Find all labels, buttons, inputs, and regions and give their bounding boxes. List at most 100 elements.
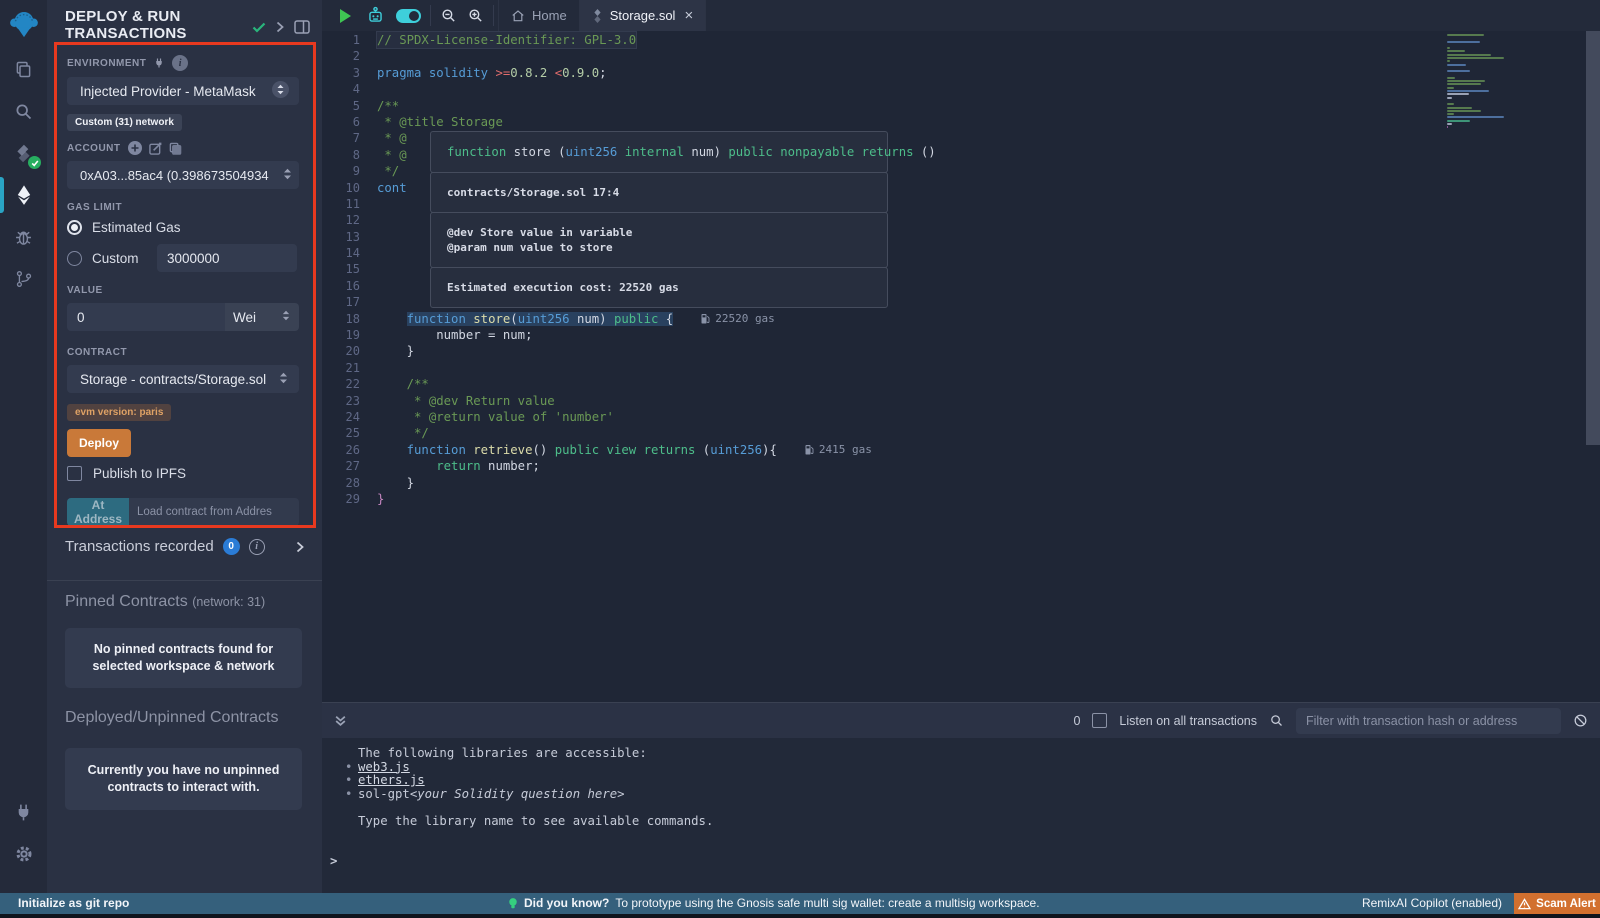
code-line[interactable]: 24 * @return value of 'number' [322,409,872,425]
code-line[interactable]: 6 * @title Storage [322,114,872,130]
panel-expand-chevron-icon[interactable] [276,21,284,33]
line-text: pragma solidity >=0.8.2 <0.9.0; [377,65,607,81]
terminal-link[interactable]: web3.js [358,761,410,775]
git-button[interactable] [0,258,47,300]
zoom-out-button[interactable] [435,0,462,31]
transactions-expand-chevron-icon[interactable] [296,541,304,553]
at-address-button[interactable]: At Address [67,498,129,526]
line-number: 27 [322,458,377,474]
code-line[interactable]: 18 function store(uint256 num) public {2… [322,311,872,327]
settings-button[interactable] [0,833,47,875]
scam-alert-button[interactable]: Scam Alert [1514,893,1600,914]
code-line[interactable]: 28 } [322,475,872,491]
pinned-network-label: (network: 31) [192,595,265,609]
value-input[interactable] [67,303,225,331]
search-icon [13,101,34,122]
settings-gear-icon [14,844,34,864]
deploy-run-icon [13,184,35,206]
close-tab-icon[interactable]: × [684,7,693,24]
code-line[interactable]: 21 [322,360,872,376]
select-arrows-icon [282,167,293,184]
sign-message-icon[interactable] [149,142,162,155]
account-select[interactable]: 0xA03...85ac4 (0.398673504934 [67,161,299,189]
zoom-in-button[interactable] [462,0,489,31]
terminal-link[interactable]: ethers.js [358,774,425,788]
estimated-gas-radio[interactable] [67,220,82,235]
publish-ipfs-checkbox[interactable] [67,466,82,481]
line-text: function store(uint256 num) public { [377,311,673,327]
deploy-button[interactable]: Deploy [67,429,131,457]
robot-icon [366,6,385,25]
clear-console-icon[interactable] [1573,713,1588,728]
environment-plug-icon[interactable] [153,57,165,69]
lightbulb-icon [508,897,518,911]
file-explorer-icon [13,59,34,80]
line-number: 26 [322,442,377,458]
copy-account-icon[interactable] [169,142,182,155]
search-button[interactable] [0,90,47,132]
terminal-output[interactable]: The following libraries are accessible:•… [322,738,1600,893]
estimated-gas-label: Estimated Gas [92,220,181,235]
code-line[interactable]: 23 * @dev Return value [322,393,872,409]
line-number: 21 [322,360,377,376]
code-line[interactable]: 5/** [322,98,872,114]
custom-gas-input[interactable] [157,244,297,272]
line-number: 8 [322,147,377,163]
select-arrows-icon [272,81,289,101]
code-line[interactable]: 26 function retrieve() public view retur… [322,442,872,458]
line-number: 16 [322,278,377,294]
code-line[interactable]: 2 [322,48,872,64]
transaction-filter-input[interactable] [1296,708,1561,734]
git-init-button[interactable]: Initialize as git repo [18,893,129,914]
gas-pump-icon [701,313,710,324]
tab-storage-sol[interactable]: Storage.sol × [580,0,707,31]
deployed-contracts-title: Deployed/Unpinned Contracts [65,709,278,727]
line-text: // SPDX-License-Identifier: GPL-3.0 [377,32,636,48]
account-value: 0xA03...85ac4 (0.398673504934 [80,168,269,183]
copilot-toggle[interactable] [390,0,426,31]
code-line[interactable]: 1// SPDX-License-Identifier: GPL-3.0 [322,32,872,48]
custom-gas-radio[interactable] [67,251,82,266]
environment-label: ENVIRONMENT [67,58,146,69]
code-line[interactable]: 27 return number; [322,458,872,474]
code-line[interactable]: 22 /** [322,376,872,392]
run-script-button[interactable] [330,0,360,31]
solidity-compiler-button[interactable] [0,132,47,174]
remix-logo[interactable] [0,0,47,48]
code-line[interactable]: 3pragma solidity >=0.8.2 <0.9.0; [322,65,872,81]
minimap[interactable] [1447,34,1547,130]
file-explorer-button[interactable] [0,48,47,90]
contract-select[interactable]: Storage - contracts/Storage.sol [67,365,299,393]
status-bar: Initialize as git repo Did you know? To … [0,893,1600,914]
tab-home[interactable]: Home [498,0,580,31]
pin-panel-icon[interactable] [294,20,310,34]
line-number: 13 [322,229,377,245]
copilot-status[interactable]: RemixAI Copilot (enabled) [1362,893,1502,914]
code-editor[interactable]: 1// SPDX-License-Identifier: GPL-3.023pr… [322,31,1600,702]
debugger-button[interactable] [0,216,47,258]
tooltip-signature: function store (uint256 internal num) pu… [430,131,888,173]
environment-info-icon[interactable]: i [172,55,188,71]
environment-value: Injected Provider - MetaMask [80,84,256,99]
remixai-assistant-button[interactable] [360,0,390,31]
code-line[interactable]: 20 } [322,343,872,359]
deploy-run-button[interactable] [0,174,47,216]
plugin-manager-button[interactable] [0,791,47,833]
zoom-in-icon [467,7,484,24]
code-line[interactable]: 29} [322,491,872,507]
warning-triangle-icon [1518,898,1531,910]
value-unit-select[interactable]: Wei [225,303,299,331]
transactions-info-icon[interactable]: i [249,539,265,555]
code-line[interactable]: 19 number = num; [322,327,872,343]
collapse-terminal-icon[interactable] [334,714,347,727]
add-account-icon[interactable] [128,141,142,155]
at-address-input[interactable] [129,498,299,526]
line-number: 9 [322,163,377,179]
editor-scrollbar[interactable] [1586,31,1600,445]
line-text: } [377,491,384,507]
code-line[interactable]: 25 */ [322,425,872,441]
terminal-search-icon[interactable] [1269,713,1284,728]
listen-all-transactions-checkbox[interactable] [1092,713,1107,728]
environment-select[interactable]: Injected Provider - MetaMask [67,77,299,105]
code-line[interactable]: 4 [322,81,872,97]
